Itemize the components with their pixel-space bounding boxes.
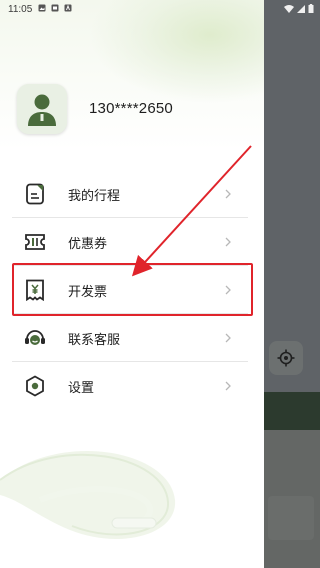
signal-icon [297,4,305,13]
image-notification-icon [38,4,46,15]
bottom-card-inner [268,496,314,540]
chevron-right-icon [225,189,231,199]
menu-item-label: 联系客服 [68,332,121,348]
menu-item-settings[interactable]: 设置 [12,362,248,410]
status-bar: 11:05 [0,0,320,18]
message-notification-icon [51,4,59,15]
chevron-right-icon [225,381,231,391]
battery-icon [308,4,314,13]
menu-item-customer-service[interactable]: 联系客服 [12,314,248,362]
notification-icons [38,4,72,15]
menu-item-my-trips[interactable]: 我的行程 [12,170,248,218]
locate-button[interactable] [269,341,303,375]
menu-item-coupons[interactable]: 优惠券 [12,218,248,266]
wifi-icon [284,4,294,13]
status-time: 11:05 [8,3,33,15]
highlight-box [12,263,253,316]
chevron-right-icon [225,333,231,343]
customer-service-icon [22,325,48,351]
locate-icon [277,349,295,367]
coupon-icon [22,229,48,255]
system-status-icons [284,4,314,13]
user-avatar-icon [17,84,67,134]
settings-icon [22,373,48,399]
user-phone: 130****2650 [89,100,173,117]
menu-item-label: 优惠券 [68,236,108,252]
menu-item-label: 我的行程 [68,188,121,204]
app-notification-icon [64,4,72,15]
itinerary-icon [22,181,48,207]
avatar[interactable] [17,84,67,134]
chevron-right-icon [225,237,231,247]
menu-item-label: 设置 [68,380,95,396]
decorative-swoosh [0,451,176,539]
